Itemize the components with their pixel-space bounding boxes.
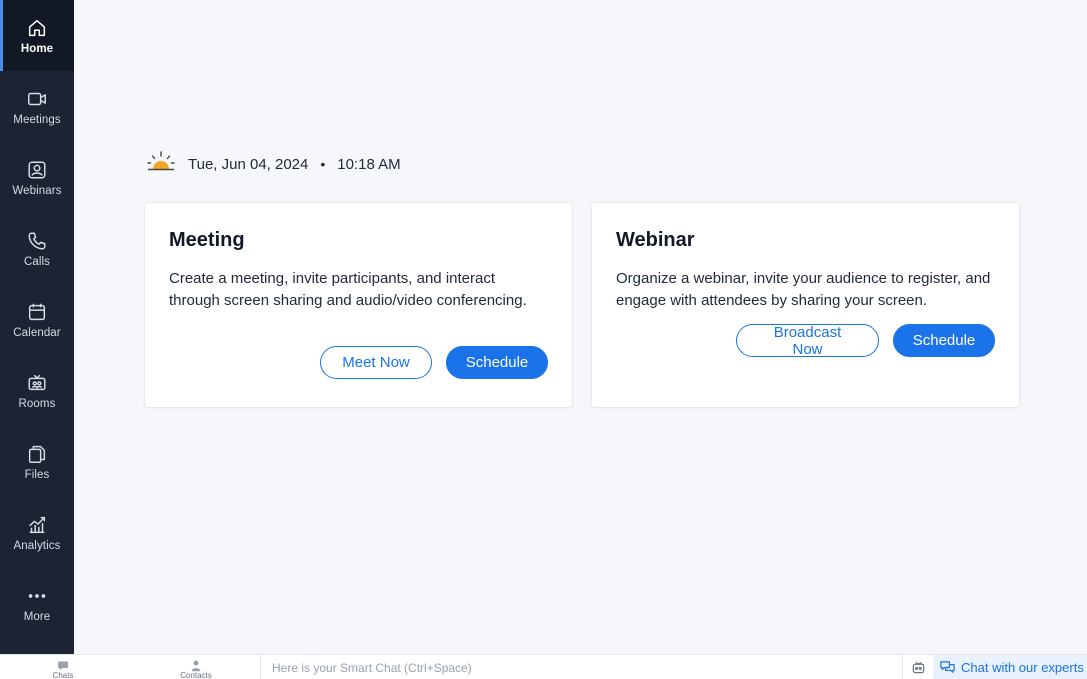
sidebar-item-label: Meetings: [13, 113, 61, 126]
sidebar-item-webinars[interactable]: Webinars: [0, 142, 74, 213]
broadcast-now-button[interactable]: Broadcast Now: [736, 324, 879, 358]
sidebar-item-calendar[interactable]: Calendar: [0, 284, 74, 355]
analytics-icon: [29, 516, 46, 533]
phone-icon: [28, 231, 46, 250]
meeting-card: Meeting Create a meeting, invite partici…: [145, 203, 572, 407]
sidebar-item-files[interactable]: Files: [0, 426, 74, 497]
date-time-separator: •: [320, 156, 326, 172]
rooms-icon: [28, 374, 46, 390]
main-content: Tue, Jun 04, 2024 • 10:18 AM Meeting Cre…: [74, 0, 1087, 654]
chats-tab-label: Chats: [52, 671, 74, 679]
meeting-card-title: Meeting: [169, 229, 245, 251]
app-window: Home Meetings Webinars Calls Calendar Ro…: [0, 0, 1087, 679]
current-time: 10:18 AM: [337, 155, 401, 173]
sidebar-item-label: Rooms: [18, 397, 56, 410]
meeting-card-actions: Meet Now Schedule: [320, 346, 548, 379]
more-icon: [28, 593, 46, 598]
sidebar-item-rooms[interactable]: Rooms: [0, 355, 74, 426]
smart-chat-placeholder: Here is your Smart Chat (Ctrl+Space): [272, 660, 472, 675]
sun-icon: [144, 148, 178, 180]
current-date: Tue, Jun 04, 2024: [188, 155, 309, 173]
webinar-icon: [28, 160, 46, 179]
sidebar-item-label: Analytics: [13, 539, 61, 552]
sidebar-item-more[interactable]: More: [0, 568, 74, 639]
bot-button[interactable]: [904, 655, 932, 679]
files-icon: [28, 445, 46, 463]
sidebar-item-meetings[interactable]: Meetings: [0, 71, 74, 142]
sidebar-item-label: Webinars: [12, 184, 62, 197]
sidebar-item-calls[interactable]: Calls: [0, 213, 74, 284]
chat-with-experts-button[interactable]: Chat with our experts: [933, 655, 1087, 679]
meet-now-button[interactable]: Meet Now: [320, 346, 432, 379]
contacts-tab[interactable]: Contacts: [173, 655, 219, 679]
support-chat-icon: [940, 661, 955, 673]
sidebar-item-label: Calendar: [13, 326, 61, 339]
meeting-card-description: Create a meeting, invite participants, a…: [169, 270, 527, 309]
smart-chat-input[interactable]: Here is your Smart Chat (Ctrl+Space): [260, 655, 903, 679]
home-icon: [28, 19, 46, 36]
contacts-tab-label: Contacts: [180, 671, 212, 679]
chats-tab[interactable]: Chats: [40, 655, 86, 679]
calendar-icon: [28, 303, 46, 320]
video-camera-icon: [28, 92, 46, 105]
webinar-card-actions: Broadcast Now Schedule: [736, 324, 995, 358]
meeting-schedule-button[interactable]: Schedule: [446, 346, 548, 379]
webinar-card-title: Webinar: [616, 229, 695, 251]
sidebar-item-label: More: [23, 610, 51, 623]
sidebar-item-label: Calls: [23, 255, 51, 268]
date-time-header: Tue, Jun 04, 2024 • 10:18 AM: [144, 150, 401, 178]
bottom-bar: Chats Contacts Here is your Smart Chat (…: [0, 654, 1087, 679]
webinar-schedule-button[interactable]: Schedule: [893, 324, 995, 357]
sidebar-item-analytics[interactable]: Analytics: [0, 497, 74, 568]
chat-with-experts-label: Chat with our experts: [961, 660, 1084, 675]
sidebar: Home Meetings Webinars Calls Calendar Ro…: [0, 0, 74, 654]
webinar-card-description: Organize a webinar, invite your audience…: [616, 270, 991, 309]
sidebar-item-home[interactable]: Home: [0, 0, 74, 71]
sidebar-item-label: Files: [24, 468, 50, 481]
bot-icon: [912, 661, 924, 674]
sidebar-item-label: Home: [20, 42, 54, 55]
webinar-card: Webinar Organize a webinar, invite your …: [592, 203, 1019, 407]
